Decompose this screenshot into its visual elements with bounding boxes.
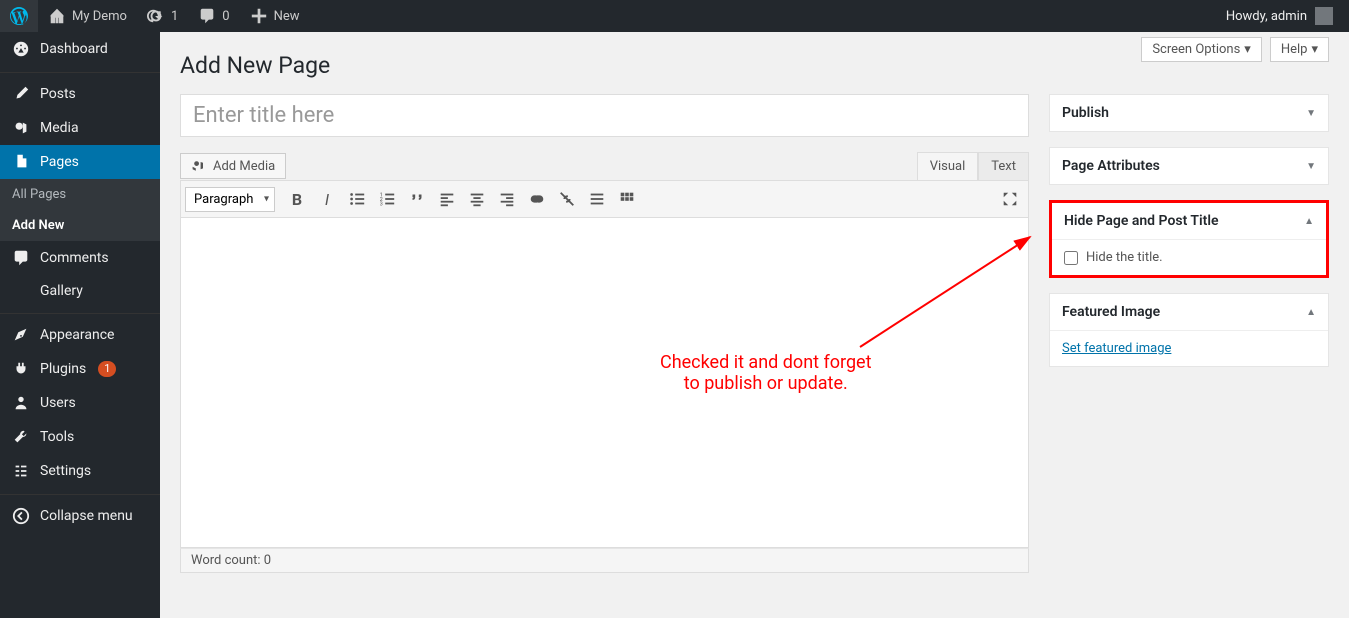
align-right-button[interactable] — [493, 185, 521, 213]
hide-title-checkbox[interactable] — [1064, 251, 1078, 265]
sidebar-item-appearance[interactable]: Appearance — [0, 313, 160, 352]
sidebar-item-pages[interactable]: Pages — [0, 145, 160, 179]
set-featured-image-link[interactable]: Set featured image — [1062, 341, 1171, 356]
wp-logo[interactable] — [0, 0, 38, 32]
post-title-input[interactable] — [180, 94, 1029, 137]
bullet-list-button[interactable] — [343, 185, 371, 213]
metabox-hide-title: Hide Page and Post Title ▲ Hide the titl… — [1049, 200, 1329, 278]
sidebar-item-media[interactable]: Media — [0, 111, 160, 145]
svg-text:3: 3 — [380, 201, 383, 207]
site-name: My Demo — [72, 9, 127, 24]
site-name-link[interactable]: My Demo — [38, 0, 137, 32]
align-center-button[interactable] — [463, 185, 491, 213]
insert-more-button[interactable] — [583, 185, 611, 213]
admin-bar: My Demo 1 0 New Howdy, admin — [0, 0, 1349, 32]
metabox-publish-toggle[interactable]: Publish ▼ — [1050, 95, 1328, 131]
italic-button[interactable]: I — [313, 185, 341, 213]
sidebar-item-tools[interactable]: Tools — [0, 420, 160, 454]
align-left-button[interactable] — [433, 185, 461, 213]
metabox-hide-title-toggle[interactable]: Hide Page and Post Title ▲ — [1052, 203, 1326, 240]
submenu-add-new[interactable]: Add New — [0, 210, 160, 241]
updates-count: 1 — [171, 9, 178, 24]
new-link[interactable]: New — [240, 0, 310, 32]
sidebar-item-collapse[interactable]: Collapse menu — [0, 494, 160, 533]
fullscreen-button[interactable] — [996, 185, 1024, 213]
add-media-button[interactable]: Add Media — [180, 153, 286, 179]
editor-toolbar: Paragraph B I 123 — [180, 180, 1029, 218]
sidebar-item-comments[interactable]: Comments — [0, 241, 160, 275]
admin-menu: Dashboard Posts Media Pages All Pages Ad… — [0, 32, 160, 618]
sidebar-item-posts[interactable]: Posts — [0, 72, 160, 111]
blockquote-button[interactable] — [403, 185, 431, 213]
sidebar-item-settings[interactable]: Settings — [0, 454, 160, 488]
sidebar-item-dashboard[interactable]: Dashboard — [0, 32, 160, 66]
numbered-list-button[interactable]: 123 — [373, 185, 401, 213]
word-count: Word count: 0 — [180, 548, 1029, 573]
chevron-down-icon: ▾ — [1244, 42, 1251, 57]
editor-content[interactable] — [180, 218, 1029, 548]
chevron-down-icon: ▼ — [1306, 161, 1316, 172]
metabox-publish: Publish ▼ — [1049, 94, 1329, 132]
avatar-icon — [1315, 7, 1333, 25]
chevron-down-icon: ▼ — [1306, 108, 1316, 119]
account-menu[interactable]: Howdy, admin — [1226, 7, 1341, 25]
screen-options-button[interactable]: Screen Options ▾ — [1141, 37, 1262, 62]
comments-link[interactable]: 0 — [188, 0, 239, 32]
tab-text[interactable]: Text — [978, 152, 1029, 180]
new-label: New — [274, 9, 300, 24]
content-area: Screen Options ▾ Help ▾ Add New Page Add… — [160, 32, 1349, 618]
updates-link[interactable]: 1 — [137, 0, 188, 32]
metabox-page-attributes-toggle[interactable]: Page Attributes ▼ — [1050, 148, 1328, 184]
chevron-up-icon: ▲ — [1304, 216, 1314, 227]
metabox-page-attributes: Page Attributes ▼ — [1049, 147, 1329, 185]
unlink-button[interactable] — [553, 185, 581, 213]
format-select[interactable]: Paragraph — [185, 187, 275, 212]
sidebar-item-gallery[interactable]: Gallery — [0, 275, 160, 307]
plugins-badge: 1 — [98, 361, 116, 377]
chevron-up-icon: ▲ — [1306, 307, 1316, 318]
help-button[interactable]: Help ▾ — [1270, 37, 1329, 62]
hide-title-checkbox-row[interactable]: Hide the title. — [1064, 250, 1314, 265]
sidebar-item-plugins[interactable]: Plugins 1 — [0, 352, 160, 386]
submenu-all-pages[interactable]: All Pages — [0, 179, 160, 210]
sidebar-item-users[interactable]: Users — [0, 386, 160, 420]
greeting: Howdy, admin — [1226, 9, 1307, 24]
metabox-featured-image-toggle[interactable]: Featured Image ▲ — [1050, 294, 1328, 331]
toolbar-toggle-button[interactable] — [613, 185, 641, 213]
comments-count: 0 — [222, 9, 229, 24]
tab-visual[interactable]: Visual — [917, 152, 979, 180]
chevron-down-icon: ▾ — [1311, 42, 1318, 57]
metabox-featured-image: Featured Image ▲ Set featured image — [1049, 293, 1329, 367]
bold-button[interactable]: B — [283, 185, 311, 213]
link-button[interactable] — [523, 185, 551, 213]
